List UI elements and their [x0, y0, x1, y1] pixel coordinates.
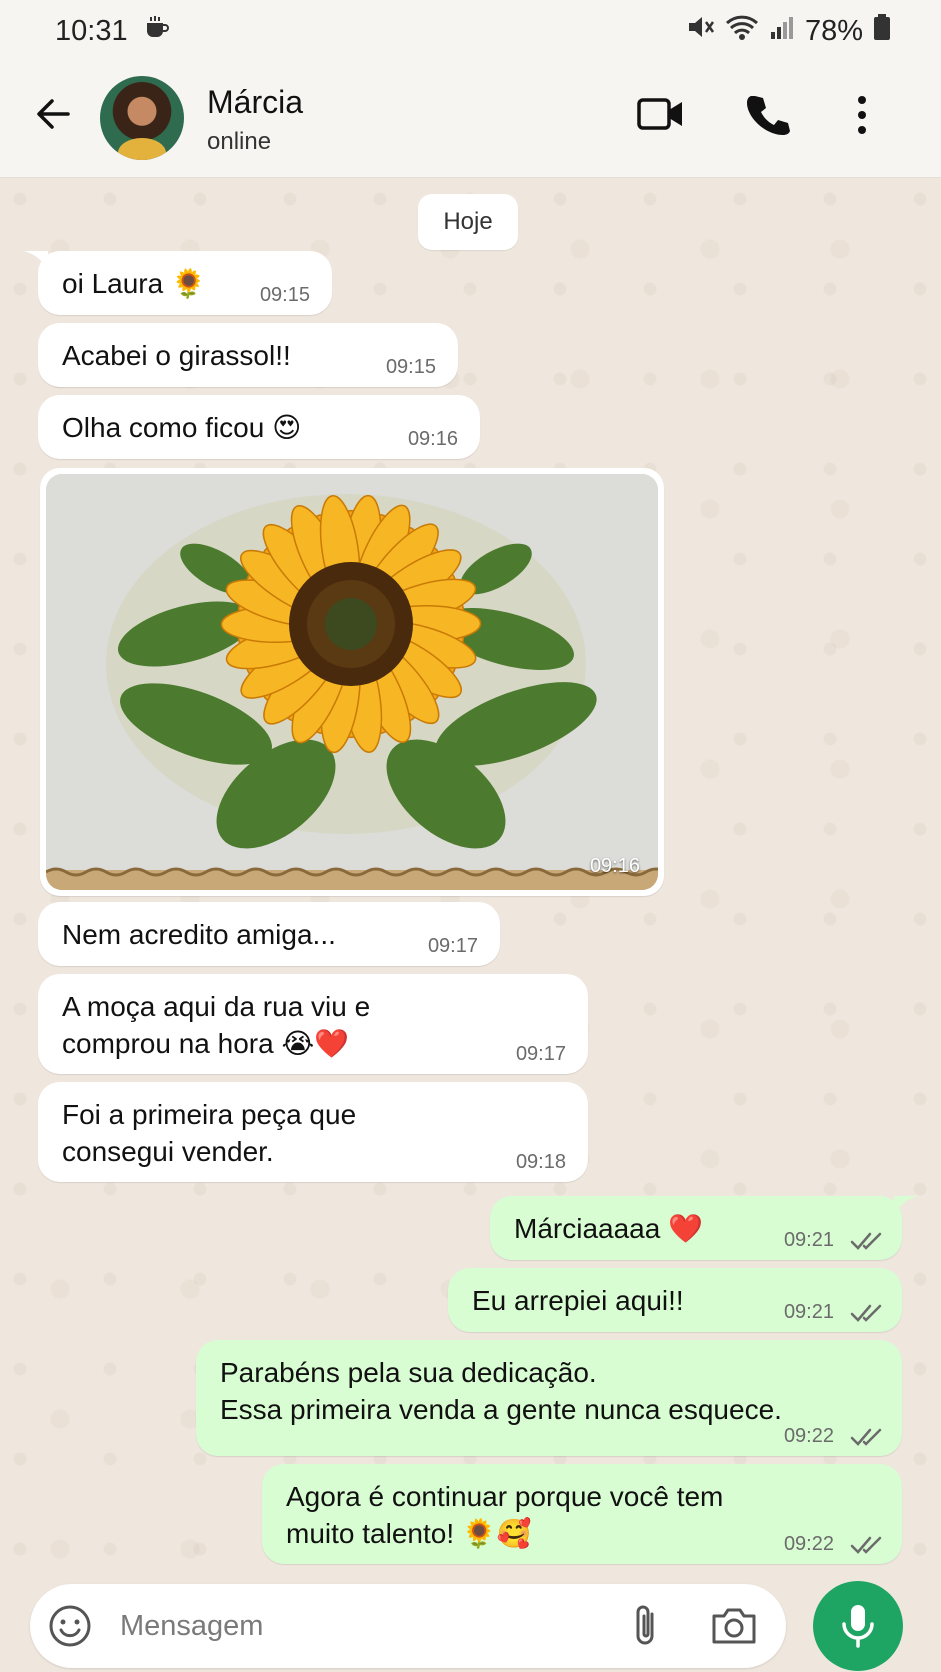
message-text-line: consegui vender. [62, 1136, 274, 1167]
message-time: 09:15 [385, 356, 436, 378]
chat-header: Márcia online [0, 62, 941, 178]
message-incoming[interactable]: oi Laura 🌻 09:15 [38, 251, 332, 315]
contact-name[interactable]: Márcia [207, 84, 303, 121]
signal-icon [769, 14, 795, 48]
message-incoming[interactable]: Nem acredito amiga... 09:17 [38, 902, 500, 966]
camera-icon[interactable] [710, 1604, 758, 1648]
sunflower-painting-image[interactable]: 09:16 [46, 474, 658, 890]
bubble-tail [24, 251, 48, 271]
read-ticks-icon [850, 1304, 882, 1322]
message-text-line: Parabéns pela sua dedicação. [220, 1357, 597, 1388]
paperclip-icon[interactable] [628, 1602, 664, 1650]
contact-status: online [207, 128, 272, 155]
battery-icon [873, 13, 891, 49]
message-outgoing[interactable]: Agora é continuar porque você tem muito … [262, 1464, 902, 1564]
notification-app-icon [142, 13, 170, 49]
message-time: 09:21 [783, 1229, 834, 1251]
message-text: Márciaaaaa ❤️ [514, 1213, 703, 1244]
message-time: 09:15 [259, 284, 310, 306]
wifi-icon [725, 13, 759, 49]
message-incoming[interactable]: Acabei o girassol!! 09:15 [38, 323, 458, 387]
image-message[interactable]: 09:16 [40, 468, 664, 896]
message-incoming[interactable]: A moça aqui da rua viu e comprou na hora… [38, 974, 588, 1074]
read-ticks-icon [850, 1428, 882, 1446]
read-ticks-icon [850, 1232, 882, 1250]
message-text-line: Agora é continuar porque você tem [286, 1481, 724, 1512]
emoji-icon[interactable] [48, 1604, 92, 1648]
message-text-line: comprou na hora 😭❤️ [62, 1028, 350, 1059]
message-text: oi Laura 🌻 [62, 268, 206, 299]
message-time: 09:22 [783, 1425, 834, 1447]
bubble-tail [894, 1196, 918, 1216]
message-text: Eu arrepiei aqui!! [472, 1285, 684, 1316]
mute-icon [685, 13, 715, 49]
message-time: 09:16 [407, 428, 458, 450]
message-input[interactable] [120, 1602, 540, 1650]
message-text-line: Foi a primeira peça que [62, 1099, 357, 1130]
message-text: Acabei o girassol!! [62, 340, 291, 371]
more-options-icon[interactable] [850, 94, 874, 136]
message-text-line: Essa primeira venda a gente nunca esquec… [220, 1394, 782, 1425]
status-bar: 10:31 78% [0, 0, 941, 62]
chat-messages[interactable]: Hoje oi Laura 🌻 09:15 Acabei o girassol!… [0, 179, 941, 1579]
date-chip: Hoje [418, 194, 518, 250]
message-text: Olha como ficou 😍 [62, 412, 302, 443]
message-time: 09:22 [783, 1533, 834, 1555]
status-time: 10:31 [55, 14, 128, 47]
voice-call-icon[interactable] [746, 92, 790, 136]
message-composer [30, 1584, 786, 1668]
message-text: Nem acredito amiga... [62, 919, 336, 950]
microphone-button[interactable] [813, 1581, 903, 1671]
message-text-line: A moça aqui da rua viu e [62, 991, 371, 1022]
microphone-icon [842, 1605, 874, 1648]
message-time: 09:21 [783, 1301, 834, 1323]
read-ticks-icon [850, 1536, 882, 1554]
image-time: 09:16 [589, 855, 640, 877]
message-incoming[interactable]: Foi a primeira peça que consegui vender.… [38, 1082, 588, 1182]
message-time: 09:17 [427, 935, 478, 957]
video-call-icon[interactable] [636, 94, 686, 134]
back-arrow-icon[interactable] [34, 94, 74, 134]
message-outgoing[interactable]: Márciaaaaa ❤️ 09:21 [490, 1196, 902, 1260]
message-time: 09:17 [515, 1043, 566, 1065]
battery-level: 78% [804, 14, 863, 47]
message-outgoing[interactable]: Eu arrepiei aqui!! 09:21 [448, 1268, 902, 1332]
message-time: 09:18 [515, 1151, 566, 1173]
avatar[interactable] [100, 76, 184, 160]
message-incoming[interactable]: Olha como ficou 😍 09:16 [38, 395, 480, 459]
message-outgoing[interactable]: Parabéns pela sua dedicação. Essa primei… [196, 1340, 902, 1456]
